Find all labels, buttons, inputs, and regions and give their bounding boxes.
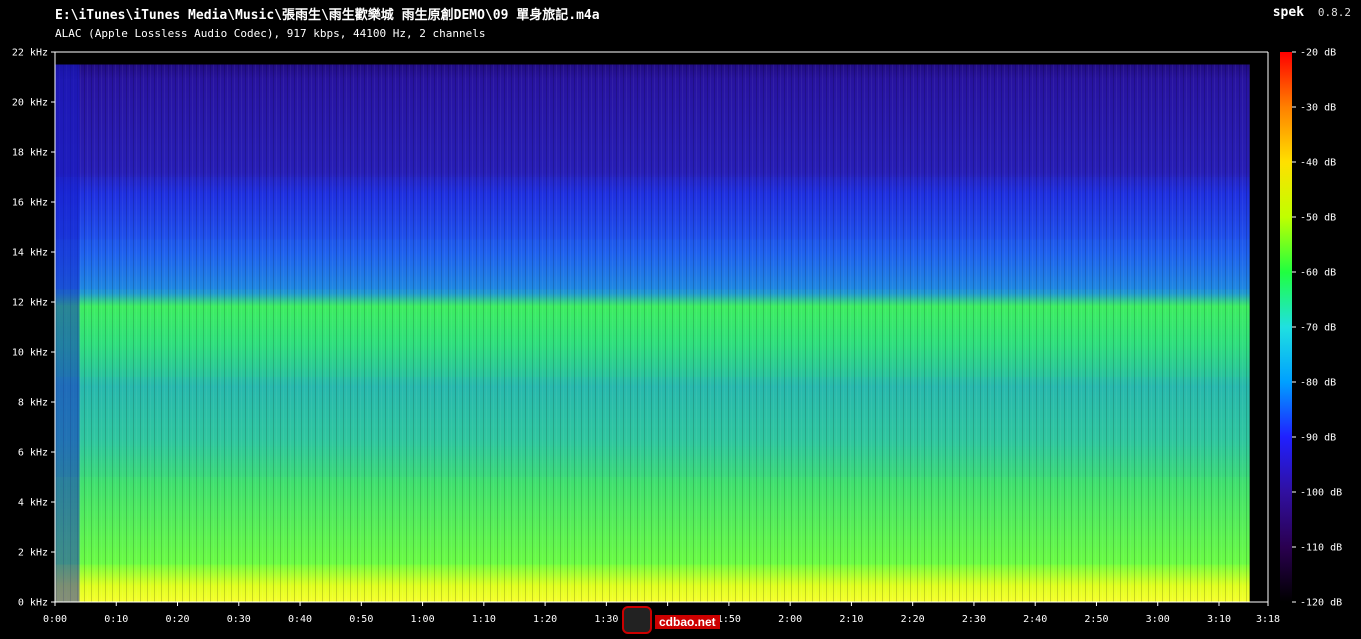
colorbar-tick-label: -110 dB bbox=[1300, 543, 1342, 554]
band-2 bbox=[55, 377, 1250, 477]
y-tick-label: 18 kHz bbox=[12, 148, 48, 159]
colorbar-tick-label: -80 dB bbox=[1300, 378, 1336, 389]
y-tick-label: 20 kHz bbox=[12, 98, 48, 109]
colorbar-scale bbox=[1280, 52, 1292, 602]
x-tick-label: 3:18 bbox=[1256, 614, 1280, 625]
spectrogram-chart: 0 kHz 2 kHz 4 kHz 6 kHz 8 kHz 10 kHz 12 kHz 14 … bbox=[12, 48, 1342, 626]
x-tick-label: 0:00 bbox=[43, 614, 67, 625]
colorbar-tick-label: -70 dB bbox=[1300, 323, 1336, 334]
x-tick-label: 0:10 bbox=[104, 614, 128, 625]
y-tick-label: 4 kHz bbox=[18, 498, 48, 509]
y-tick-label: 8 kHz bbox=[18, 398, 48, 409]
y-tick-label: 10 kHz bbox=[12, 348, 48, 359]
x-tick-label: 2:40 bbox=[1023, 614, 1047, 625]
x-tick-label: 1:00 bbox=[411, 614, 435, 625]
band-3 bbox=[55, 289, 1250, 377]
band-1 bbox=[55, 477, 1250, 565]
colorbar-tick-label: -30 dB bbox=[1300, 103, 1336, 114]
x-tick-label: 0:30 bbox=[227, 614, 251, 625]
x-tick-label: 0:40 bbox=[288, 614, 312, 625]
y-tick-label: 2 kHz bbox=[18, 548, 48, 559]
x-tick-label: 2:20 bbox=[901, 614, 925, 625]
y-tick-label: 6 kHz bbox=[18, 448, 48, 459]
x-tick-label: 1:30 bbox=[594, 614, 618, 625]
colorbar-tick-label: -90 dB bbox=[1300, 433, 1336, 444]
colorbar-tick-label: -100 dB bbox=[1300, 488, 1342, 499]
colorbar-tick-label: -60 dB bbox=[1300, 268, 1336, 279]
band-4 bbox=[55, 239, 1250, 290]
x-tick-label: 1:10 bbox=[472, 614, 496, 625]
x-tick-label: 0:50 bbox=[349, 614, 373, 625]
x-tick-label: 3:00 bbox=[1146, 614, 1170, 625]
plot-area bbox=[54, 51, 1269, 603]
colorbar-tick-label: -40 dB bbox=[1300, 158, 1336, 169]
x-tick-label: 2:00 bbox=[778, 614, 802, 625]
y-tick-label: 0 kHz bbox=[18, 598, 48, 609]
x-tick-label: 2:50 bbox=[1084, 614, 1108, 625]
watermark-text: cdbao.net bbox=[655, 615, 720, 629]
colorbar-tick-label: -20 dB bbox=[1300, 48, 1336, 59]
y-tick-label: 16 kHz bbox=[12, 198, 48, 209]
y-tick-label: 12 kHz bbox=[12, 298, 48, 309]
colorbar: -20 dB -30 dB -40 dB -50 dB -60 dB -70 dB -80 … bbox=[1280, 48, 1342, 609]
y-axis: 0 kHz 2 kHz 4 kHz 6 kHz 8 kHz 10 kHz 12 kHz 14 … bbox=[12, 48, 55, 609]
x-tick-label: 1:20 bbox=[533, 614, 557, 625]
x-tick-label: 2:10 bbox=[839, 614, 863, 625]
band-5 bbox=[55, 177, 1250, 240]
band-6 bbox=[55, 64, 1250, 177]
x-tick-label: 0:20 bbox=[165, 614, 189, 625]
colorbar-tick-label: -120 dB bbox=[1300, 598, 1342, 609]
band-0 bbox=[55, 564, 1250, 602]
watermark-logo-icon bbox=[622, 606, 652, 634]
x-tick-label: 2:30 bbox=[962, 614, 986, 625]
y-tick-label: 14 kHz bbox=[12, 248, 48, 259]
colorbar-tick-label: -50 dB bbox=[1300, 213, 1336, 224]
watermark: cdbao.net bbox=[622, 606, 734, 634]
y-tick-label: 22 kHz bbox=[12, 48, 48, 59]
x-tick-label: 3:10 bbox=[1207, 614, 1231, 625]
